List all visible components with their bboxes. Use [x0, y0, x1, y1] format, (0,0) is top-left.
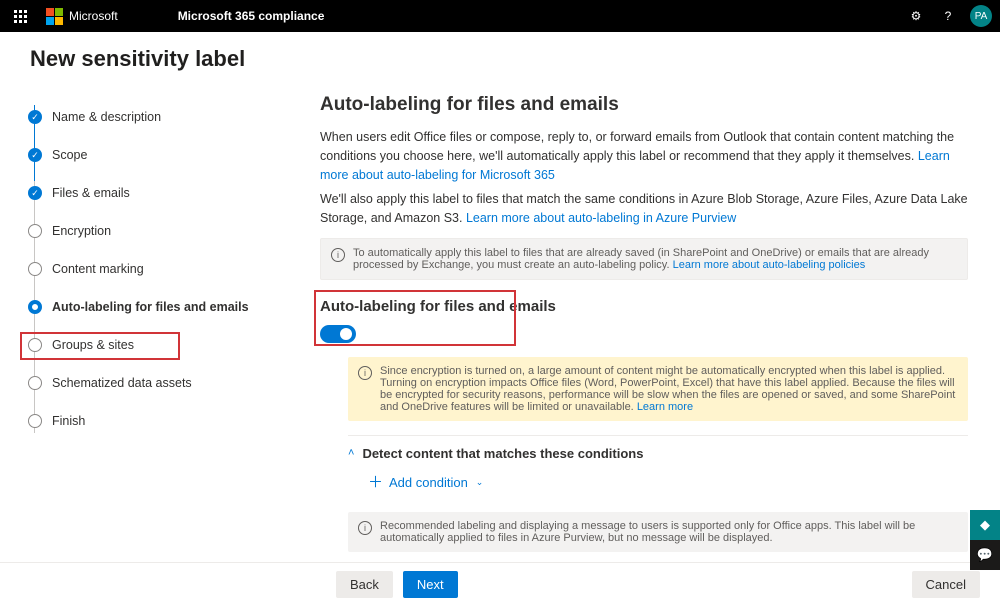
auto-labeling-toggle-section: Auto-labeling for files and emails	[320, 298, 968, 343]
wizard-steps: Name & description Scope Files & emails Enc…	[0, 84, 310, 564]
step-indicator-icon	[28, 148, 42, 162]
add-condition-label: Add condition	[389, 475, 468, 490]
step-6[interactable]: Groups & sites	[28, 326, 282, 364]
detect-content-collapser[interactable]: ˄ Detect content that matches these cond…	[348, 435, 968, 471]
step-indicator-icon	[28, 300, 42, 314]
learn-more-policies-link[interactable]: Learn more about auto-labeling policies	[673, 259, 866, 271]
learn-more-encryption-link[interactable]: Learn more	[637, 401, 693, 413]
step-label: Files & emails	[52, 186, 130, 200]
ms-brand-text: Microsoft	[69, 9, 118, 23]
intro-paragraph-1: When users edit Office files or compose,…	[320, 128, 968, 184]
step-label: Content marking	[52, 262, 144, 276]
step-label: Name & description	[52, 110, 161, 124]
encryption-warning-box: i Since encryption is turned on, a large…	[348, 357, 968, 421]
step-3[interactable]: Encryption	[28, 212, 282, 250]
info-icon: i	[358, 521, 372, 535]
step-indicator-icon	[28, 262, 42, 276]
info-icon: i	[331, 248, 345, 262]
info-icon: i	[358, 366, 372, 380]
floating-action-buttons: ◆ 💬	[970, 510, 1000, 570]
step-label: Finish	[52, 414, 85, 428]
back-button[interactable]: Back	[336, 571, 393, 598]
feedback-button[interactable]: ◆	[970, 510, 1000, 540]
waffle-icon	[14, 10, 27, 23]
detect-content-label: Detect content that matches these condit…	[362, 446, 643, 461]
page-title: New sensitivity label	[0, 32, 1000, 84]
intro-paragraph-2: We'll also apply this label to files tha…	[320, 190, 968, 228]
step-8[interactable]: Finish	[28, 402, 282, 440]
next-button[interactable]: Next	[403, 571, 458, 598]
step-4[interactable]: Content marking	[28, 250, 282, 288]
step-indicator-icon	[28, 224, 42, 238]
step-7[interactable]: Schematized data assets	[28, 364, 282, 402]
help-button[interactable]: ?	[932, 0, 964, 32]
app-launcher-button[interactable]	[8, 4, 32, 28]
step-1[interactable]: Scope	[28, 136, 282, 174]
info-box-policies: i To automatically apply this label to f…	[320, 238, 968, 280]
lightbulb-icon: ◆	[980, 517, 990, 533]
question-icon: ?	[945, 9, 952, 23]
ms-logo: Microsoft	[46, 8, 118, 25]
suite-title: Microsoft 365 compliance	[178, 9, 325, 23]
step-indicator-icon	[28, 186, 42, 200]
settings-button[interactable]: ⚙	[900, 0, 932, 32]
cancel-button[interactable]: Cancel	[912, 571, 980, 598]
step-5[interactable]: Auto-labeling for files and emails	[28, 288, 282, 326]
suite-bar: Microsoft Microsoft 365 compliance ⚙ ? P…	[0, 0, 1000, 32]
step-label: Groups & sites	[52, 338, 134, 352]
learn-more-purview-link[interactable]: Learn more about auto-labeling in Azure …	[466, 211, 736, 225]
main-content: Auto-labeling for files and emails When …	[310, 84, 1000, 564]
step-label: Schematized data assets	[52, 376, 192, 390]
plus-icon: ＋	[368, 475, 383, 490]
account-avatar[interactable]: PA	[970, 5, 992, 27]
chevron-up-icon: ˄	[348, 447, 354, 459]
chat-button[interactable]: 💬	[970, 540, 1000, 570]
chat-icon: 💬	[977, 547, 993, 563]
step-2[interactable]: Files & emails	[28, 174, 282, 212]
step-label: Encryption	[52, 224, 111, 238]
info-box-recommended: i Recommended labeling and displaying a …	[348, 512, 968, 552]
step-indicator-icon	[28, 338, 42, 352]
gear-icon: ⚙	[911, 9, 922, 23]
step-label: Scope	[52, 148, 87, 162]
step-indicator-icon	[28, 110, 42, 124]
ms-logo-icon	[46, 8, 63, 25]
toggle-heading: Auto-labeling for files and emails	[320, 298, 968, 315]
step-indicator-icon	[28, 376, 42, 390]
step-indicator-icon	[28, 414, 42, 428]
step-label: Auto-labeling for files and emails	[52, 300, 249, 314]
chevron-down-icon: ⌄	[476, 477, 484, 488]
step-0[interactable]: Name & description	[28, 98, 282, 136]
auto-labeling-toggle[interactable]	[320, 325, 356, 343]
main-title: Auto-labeling for files and emails	[320, 94, 968, 116]
add-condition-button[interactable]: ＋ Add condition ⌄	[348, 471, 968, 506]
wizard-footer: Back Next Cancel	[0, 562, 1000, 606]
